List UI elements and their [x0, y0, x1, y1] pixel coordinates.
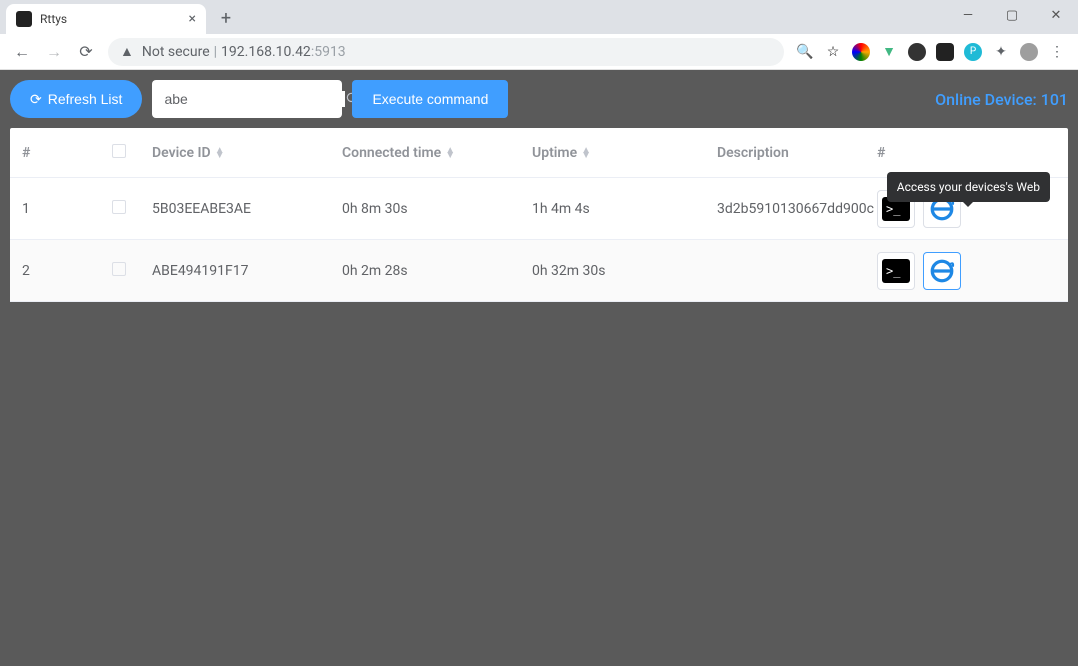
cell-index: 2 — [22, 263, 112, 279]
close-tab-icon[interactable]: × — [189, 11, 196, 27]
table-row: 2 ABE494191F17 0h 2m 28s 0h 32m 30s >_ — [10, 240, 1068, 302]
page-content: ⟳ Refresh List Execute command Online De… — [0, 70, 1078, 312]
profile-avatar[interactable] — [1020, 43, 1038, 61]
internet-explorer-icon — [929, 258, 955, 284]
select-all-checkbox[interactable] — [112, 144, 126, 158]
browser-tab[interactable]: Rttys × — [6, 4, 206, 34]
header-index: # — [22, 145, 112, 161]
cell-index: 1 — [22, 201, 112, 217]
device-table: # Device ID Connected time Uptime Descri… — [10, 128, 1068, 302]
extension-icon-1[interactable] — [852, 43, 870, 61]
browser-addressbar: ← → ⟳ ▲ Not secure | 192.168.10.42:5913 … — [0, 34, 1078, 70]
security-label: Not secure — [142, 44, 210, 60]
browser-actions: 🔍 ☆ ▼ P ✦ ⋮ — [790, 43, 1072, 61]
browser-titlebar: Rttys × + — ▢ ✕ — [0, 0, 1078, 34]
web-access-tooltip: Access your devices's Web — [887, 172, 1050, 202]
terminal-icon: >_ — [882, 259, 910, 283]
cell-device-id: ABE494191F17 — [152, 263, 342, 279]
online-device-count: Online Device: 101 — [935, 90, 1068, 109]
row-checkbox[interactable] — [112, 262, 126, 276]
zoom-icon[interactable]: 🔍 — [796, 43, 814, 61]
cell-checkbox — [112, 262, 152, 280]
cell-checkbox — [112, 200, 152, 218]
extension-icon-3[interactable] — [908, 43, 926, 61]
sort-icon — [581, 148, 591, 158]
refresh-label: Refresh List — [48, 91, 123, 107]
cell-device-id: 5B03EEABE3AE — [152, 201, 342, 217]
reload-button[interactable]: ⟳ — [70, 36, 102, 68]
search-input[interactable] — [164, 91, 345, 107]
cell-description: 3d2b5910130667dd900c — [717, 201, 877, 217]
refresh-icon: ⟳ — [30, 91, 42, 108]
extension-icon-5[interactable]: P — [964, 43, 982, 61]
refresh-list-button[interactable]: ⟳ Refresh List — [10, 80, 142, 118]
not-secure-icon: ▲ — [120, 43, 134, 60]
cell-uptime: 0h 32m 30s — [532, 263, 717, 279]
execute-command-button[interactable]: Execute command — [352, 80, 508, 118]
sort-icon — [215, 148, 225, 158]
forward-button[interactable]: → — [38, 36, 70, 68]
sort-icon — [445, 148, 455, 158]
bookmark-icon[interactable]: ☆ — [824, 43, 842, 61]
cell-connected: 0h 8m 30s — [342, 201, 532, 217]
cell-connected: 0h 2m 28s — [342, 263, 532, 279]
header-description: Description — [717, 145, 877, 161]
online-value: 101 — [1041, 90, 1068, 109]
terminal-button[interactable]: >_ — [877, 252, 915, 290]
extension-icon-4[interactable] — [936, 43, 954, 61]
close-window-button[interactable]: ✕ — [1034, 0, 1078, 30]
header-device-id[interactable]: Device ID — [152, 145, 342, 161]
header-checkbox — [112, 144, 152, 162]
tab-title: Rttys — [40, 12, 189, 26]
header-connected[interactable]: Connected time — [342, 145, 532, 161]
header-actions: # — [877, 145, 1056, 161]
url-port: :5913 — [311, 44, 346, 60]
maximize-button[interactable]: ▢ — [990, 0, 1034, 30]
extension-icon-2[interactable]: ▼ — [880, 43, 898, 61]
cell-actions: >_ — [877, 252, 1056, 290]
url-separator: | — [214, 44, 217, 60]
page-toolbar: ⟳ Refresh List Execute command Online De… — [10, 80, 1068, 118]
url-host: 192.168.10.42 — [221, 44, 311, 60]
extensions-menu-icon[interactable]: ✦ — [992, 43, 1010, 61]
window-controls: — ▢ ✕ — [946, 0, 1078, 30]
table-row: 1 5B03EEABE3AE 0h 8m 30s 1h 4m 4s 3d2b59… — [10, 178, 1068, 240]
table-header: # Device ID Connected time Uptime Descri… — [10, 128, 1068, 178]
browser-menu-icon[interactable]: ⋮ — [1048, 43, 1066, 61]
row-checkbox[interactable] — [112, 200, 126, 214]
online-label: Online Device: — [935, 90, 1041, 109]
search-wrapper — [152, 80, 342, 118]
web-access-button[interactable] — [923, 252, 961, 290]
exec-label: Execute command — [372, 91, 488, 107]
new-tab-button[interactable]: + — [212, 4, 240, 32]
address-input[interactable]: ▲ Not secure | 192.168.10.42:5913 — [108, 38, 784, 66]
cell-uptime: 1h 4m 4s — [532, 201, 717, 217]
minimize-button[interactable]: — — [946, 0, 990, 30]
tab-favicon — [16, 11, 32, 27]
header-uptime[interactable]: Uptime — [532, 145, 717, 161]
back-button[interactable]: ← — [6, 36, 38, 68]
